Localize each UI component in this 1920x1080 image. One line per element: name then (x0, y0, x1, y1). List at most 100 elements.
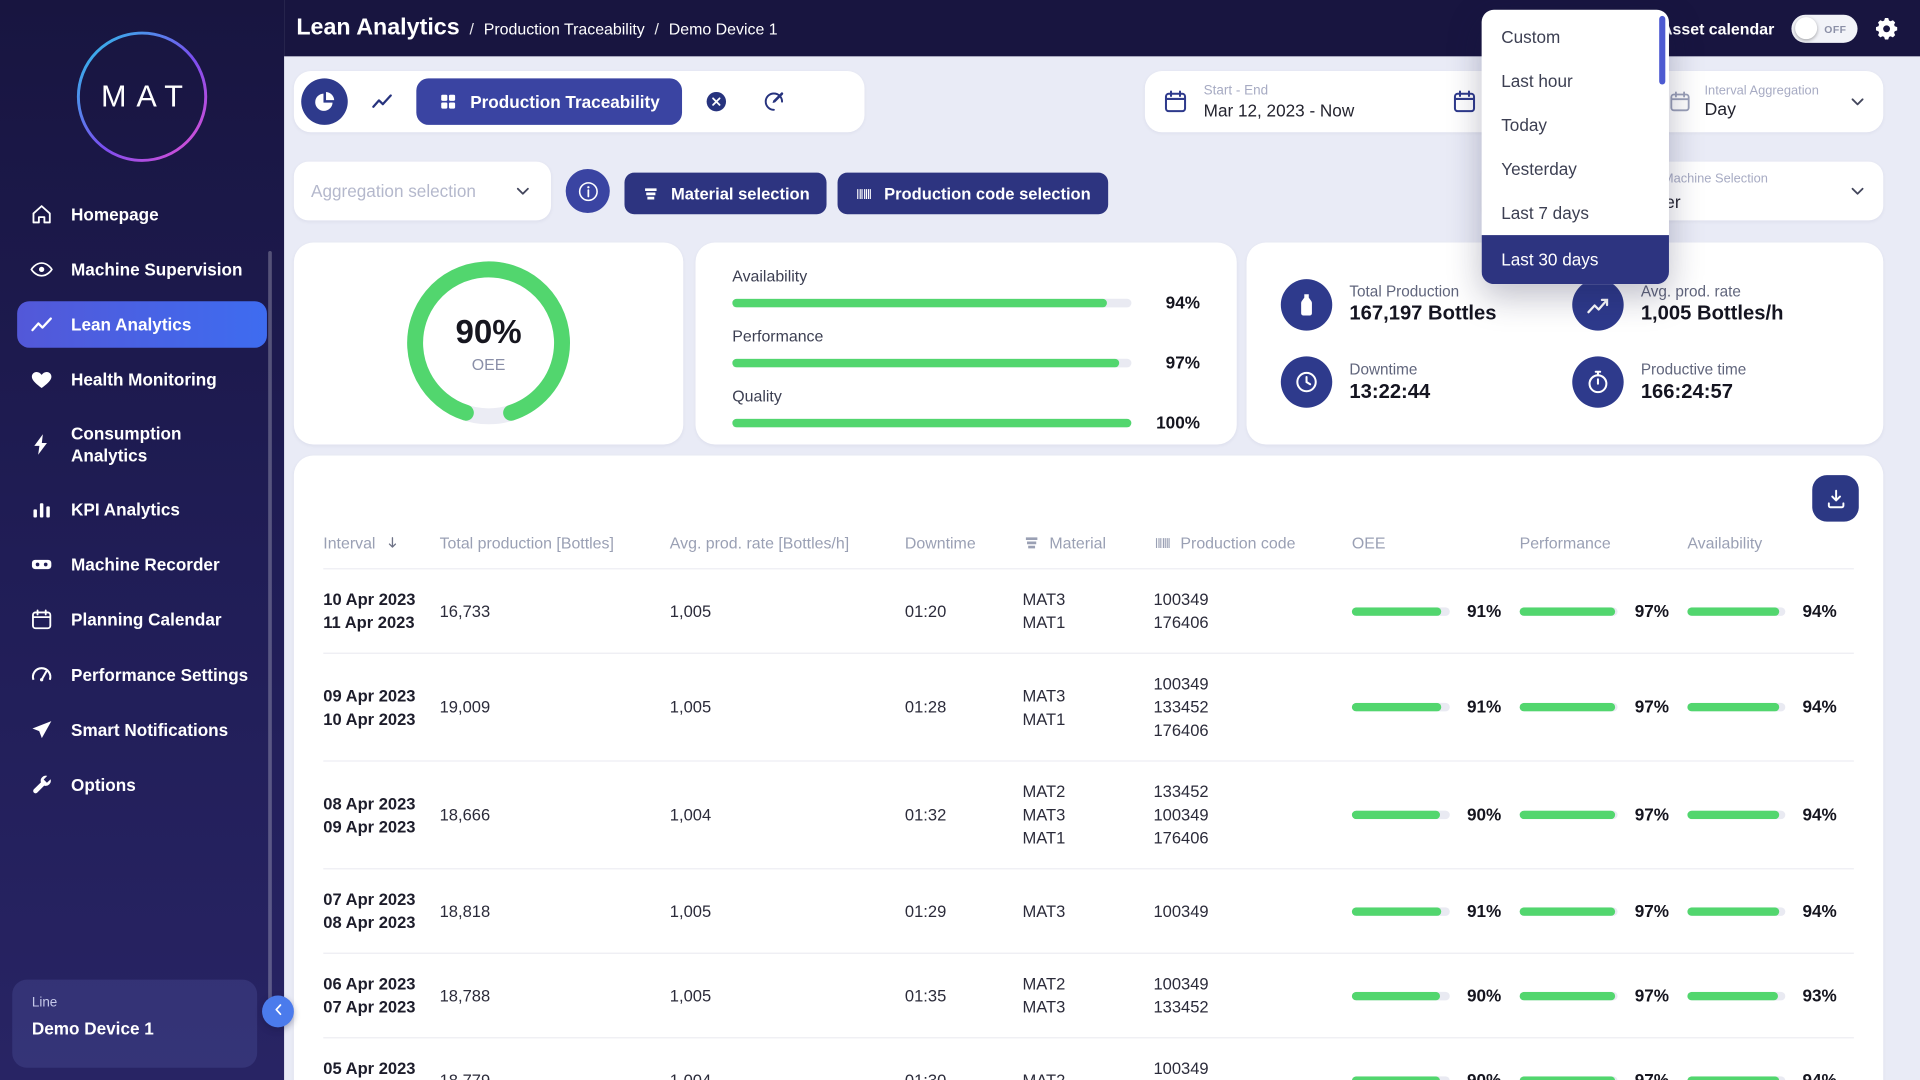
sidebar-item-homepage[interactable]: Homepage (17, 191, 267, 238)
kpi-bars-card: Availability94%Performance97%Quality100% (696, 242, 1237, 444)
column-header-downtime[interactable]: Downtime (905, 534, 1023, 552)
gauge-icon (29, 662, 53, 686)
progress-track (1520, 1076, 1618, 1080)
sidebar-collapse-button[interactable] (262, 996, 294, 1028)
avg-prod-rate-cell: 1,005 (670, 984, 905, 1007)
column-label: Total production [Bottles] (440, 534, 614, 552)
metric-value: 94% (1802, 803, 1836, 826)
table-row[interactable]: 05 Apr 202306 Apr 202318,7791,00401:30MA… (323, 1038, 1854, 1080)
line-chart-view-button[interactable] (359, 78, 406, 125)
progress-track (1687, 907, 1785, 916)
heart-icon (29, 367, 53, 391)
sidebar-item-smart-notifications[interactable]: Smart Notifications (17, 707, 267, 754)
sidebar-item-label: KPI Analytics (71, 498, 180, 520)
breadcrumb-app[interactable]: Lean Analytics (296, 15, 459, 42)
period-option-yesterday[interactable]: Yesterday (1482, 147, 1669, 191)
chevron-down-icon (512, 180, 534, 202)
rate-icon (1572, 279, 1623, 330)
table-row[interactable]: 10 Apr 202311 Apr 202316,7331,00501:20MA… (323, 569, 1854, 653)
performance-cell: 97% (1520, 599, 1688, 622)
dropdown-scrollbar[interactable] (1659, 16, 1665, 85)
sidebar-nav: Homepage Machine Supervision Lean Analytic… (0, 191, 284, 808)
sidebar-item-machine-supervision[interactable]: Machine Supervision (17, 246, 267, 293)
bolt-icon (29, 432, 53, 456)
sidebar-item-kpi-analytics[interactable]: KPI Analytics (17, 486, 267, 533)
progress-fill (732, 358, 1119, 367)
material-selection-button[interactable]: Material selection (624, 173, 826, 215)
pie-chart-view-button[interactable] (301, 78, 348, 125)
column-header-total-production-bottles[interactable]: Total production [Bottles] (440, 534, 670, 552)
avg-prod-rate-cell: 1,004 (670, 1068, 905, 1080)
info-button[interactable] (566, 169, 610, 213)
metric-value: 94% (1802, 899, 1836, 922)
table-row[interactable]: 08 Apr 202309 Apr 202318,6661,00401:32MA… (323, 762, 1854, 870)
column-label: Downtime (905, 534, 976, 552)
sidebar-item-health-monitoring[interactable]: Health Monitoring (17, 356, 267, 403)
breadcrumb-device[interactable]: Demo Device 1 (669, 20, 778, 38)
table-row[interactable]: 09 Apr 202310 Apr 202319,0091,00501:28MA… (323, 654, 1854, 762)
progress-fill (1520, 703, 1615, 712)
progress-fill (1687, 991, 1778, 1000)
downtime-cell: 01:30 (905, 1068, 1023, 1080)
trend-icon (29, 312, 53, 336)
brand-logo: MAT (0, 0, 284, 171)
column-header-production-code[interactable]: Production code (1153, 534, 1351, 552)
asset-calendar-toggle[interactable]: OFF (1791, 14, 1857, 42)
asset-calendar-label: Asset calendar (1661, 19, 1774, 37)
period-option-last-hour[interactable]: Last hour (1482, 59, 1669, 103)
column-header-material[interactable]: Material (1022, 534, 1153, 552)
production-traceability-button[interactable]: Production Traceability (416, 78, 682, 125)
column-header-interval[interactable]: Interval (323, 534, 439, 552)
sidebar-item-label: Homepage (71, 203, 159, 225)
aggregation-selection-select[interactable]: Aggregation selection (294, 162, 551, 221)
oee-donut-text: 90% OEE (403, 257, 574, 428)
downtime-cell: 01:20 (905, 599, 1023, 622)
progress-fill (1352, 703, 1441, 712)
interval-aggregation-select[interactable]: Interval Aggregation Day (1653, 71, 1883, 132)
progress-fill (1520, 1076, 1615, 1080)
sidebar-item-performance-settings[interactable]: Performance Settings (17, 651, 267, 698)
sidebar-item-label: Lean Analytics (71, 313, 191, 335)
sidebar-item-consumption-analytics[interactable]: Consumption Analytics (17, 411, 267, 477)
sidebar-scrollbar[interactable] (268, 251, 272, 1004)
column-header-oee[interactable]: OEE (1352, 534, 1520, 552)
period-option-last-30-days[interactable]: Last 30 days (1482, 235, 1669, 284)
kpi-bar-availability: Availability94% (732, 267, 1200, 312)
sidebar-item-lean-analytics[interactable]: Lean Analytics (17, 301, 267, 348)
material-cell: MAT2 (1022, 1068, 1153, 1080)
total-production-cell: 18,779 (440, 1068, 670, 1080)
progress-fill (1352, 991, 1440, 1000)
annotate-report-button[interactable] (750, 78, 797, 125)
download-button[interactable] (1812, 475, 1859, 522)
device-type-label: Line (32, 996, 238, 1011)
metric-value: 91% (1467, 696, 1501, 719)
calendar-end-icon[interactable] (1451, 88, 1478, 115)
column-header-availability[interactable]: Availability (1687, 534, 1854, 552)
period-option-custom[interactable]: Custom (1482, 15, 1669, 59)
calendar-icon (29, 607, 53, 631)
sidebar-item-options[interactable]: Options (17, 762, 267, 809)
table-row[interactable]: 06 Apr 202307 Apr 202318,7881,00501:35MA… (323, 954, 1854, 1038)
column-header-avg-prod-rate-bottles-h[interactable]: Avg. prod. rate [Bottles/h] (670, 534, 905, 552)
sidebar-item-label: Machine Supervision (71, 258, 242, 280)
period-option-last-7-days[interactable]: Last 7 days (1482, 191, 1669, 235)
progress-fill (1352, 907, 1441, 916)
breadcrumb-section[interactable]: Production Traceability (484, 20, 645, 38)
interval-aggregation-label: Interval Aggregation (1704, 83, 1818, 98)
column-label: Production code (1180, 534, 1295, 552)
table-row[interactable]: 07 Apr 202308 Apr 202318,8181,00501:29MA… (323, 869, 1854, 953)
progress-track (1520, 811, 1618, 820)
metric-value: 90% (1467, 984, 1501, 1007)
metric-value: 91% (1467, 599, 1501, 622)
kpi-bar-performance: Performance97% (732, 327, 1200, 372)
progress-fill (1687, 811, 1779, 820)
oee-donut: 90% OEE (403, 257, 574, 428)
sidebar-item-machine-recorder[interactable]: Machine Recorder (17, 541, 267, 588)
settings-gear-icon[interactable] (1875, 15, 1901, 41)
period-option-today[interactable]: Today (1482, 103, 1669, 147)
performance-cell: 97% (1520, 696, 1688, 719)
column-header-performance[interactable]: Performance (1520, 534, 1688, 552)
sidebar-item-planning-calendar[interactable]: Planning Calendar (17, 596, 267, 643)
production-code-selection-button[interactable]: Production code selection (838, 173, 1108, 215)
clear-selection-button[interactable] (693, 78, 740, 125)
